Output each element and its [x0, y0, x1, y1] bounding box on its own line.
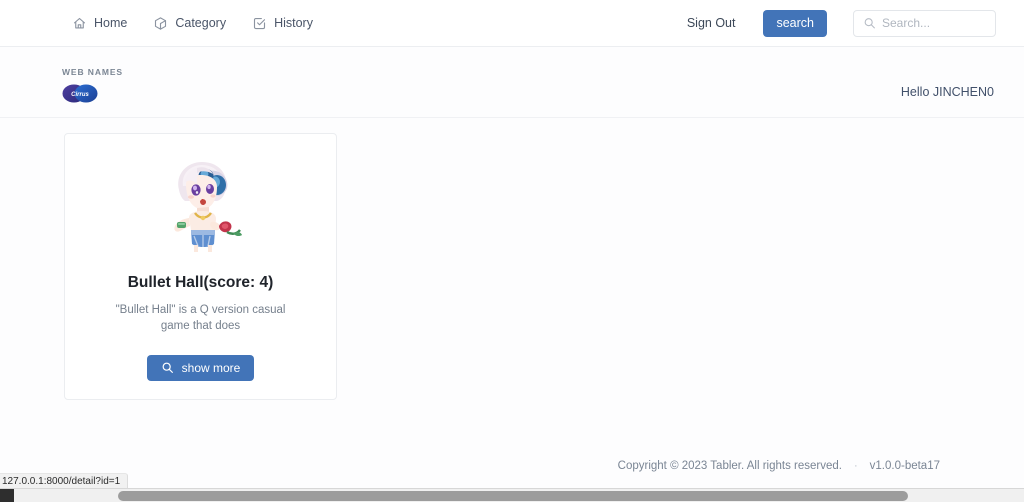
search-submit-button[interactable]: search — [763, 9, 827, 37]
checkbox-check-icon — [252, 16, 267, 31]
main-content: Bullet Hall(score: 4) "Bullet Hall" is a… — [0, 118, 1024, 448]
cirrus-logo-text: Cirrus — [71, 92, 89, 98]
nav-item-home-label: Home — [94, 15, 128, 30]
footer-content: Copyright © 2023 Tabler. All rights rese… — [618, 460, 940, 472]
nav-actions: Sign Out search — [687, 0, 996, 46]
sign-out-link[interactable]: Sign Out — [687, 16, 736, 30]
nav-item-history-label: History — [274, 15, 313, 30]
nav-item-history[interactable]: History — [252, 16, 313, 31]
box-icon — [153, 16, 168, 31]
footer-separator: · — [853, 460, 858, 472]
horizontal-scrollbar[interactable] — [0, 488, 1024, 502]
page-footer: Copyright © 2023 Tabler. All rights rese… — [0, 448, 1024, 482]
search-field-wrapper[interactable] — [853, 9, 996, 37]
footer-version[interactable]: v1.0.0-beta17 — [870, 460, 940, 472]
browser-status-bar: 127.0.0.1:8000/detail?id=1 — [0, 473, 129, 488]
game-card[interactable]: Bullet Hall(score: 4) "Bullet Hall" is a… — [64, 133, 337, 400]
show-more-button[interactable]: show more — [146, 354, 255, 381]
game-thumbnail — [153, 156, 249, 254]
nav-item-home[interactable]: Home — [72, 16, 127, 31]
top-navigation-bar: Home Category History Sign Out search Se… — [0, 0, 1024, 47]
show-more-button-label: show more — [181, 360, 241, 375]
card-title: Bullet Hall(score: 4) — [127, 274, 274, 291]
footer-copyright: Copyright © 2023 Tabler. All rights rese… — [617, 460, 842, 472]
browser-viewport: Home Category History Sign Out search Se… — [0, 0, 1024, 502]
nav-item-category-label: Category — [175, 15, 227, 30]
home-icon — [72, 16, 87, 31]
brand-bar: WEB NAMES Cirrus Hello JINCHEN0 — [0, 47, 1024, 118]
cirrus-logo: Cirrus — [62, 84, 98, 103]
brand-kicker: WEB NAMES — [62, 67, 123, 77]
brand-block: WEB NAMES Cirrus — [62, 68, 123, 103]
search-icon — [863, 17, 876, 30]
user-greeting: Hello JINCHEN0 — [900, 85, 994, 99]
scrollbar-left-cap — [0, 489, 14, 502]
nav-item-category[interactable]: Category — [153, 16, 226, 31]
search-icon — [161, 361, 174, 374]
card-description: "Bullet Hall" is a Q version casual game… — [115, 303, 286, 333]
primary-nav: Home Category History — [72, 0, 313, 46]
horizontal-scrollbar-thumb[interactable] — [118, 491, 908, 501]
